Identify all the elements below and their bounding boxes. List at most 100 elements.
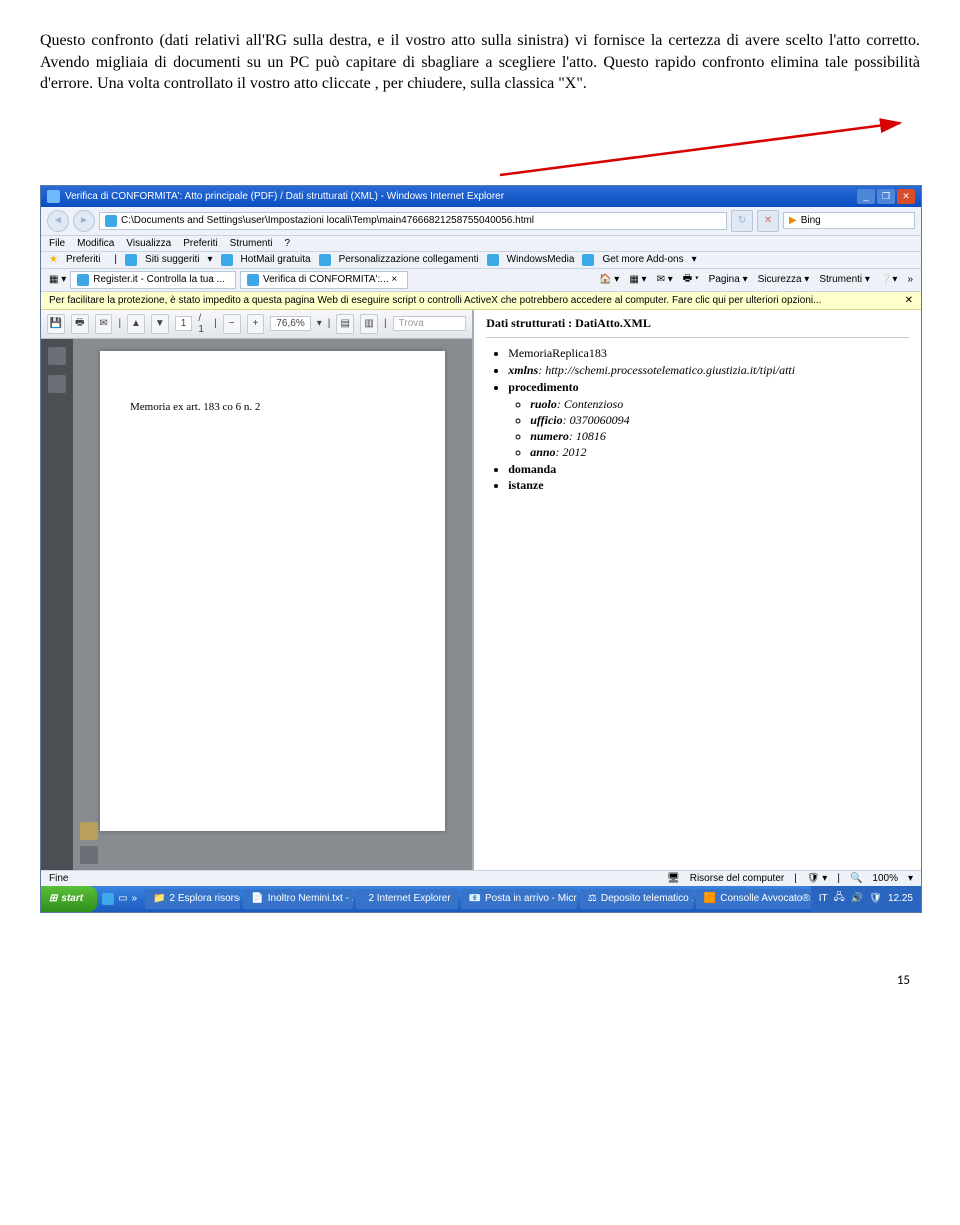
pdf-page-up-icon[interactable]: ▲ xyxy=(127,314,145,334)
maximize-button[interactable]: ❐ xyxy=(877,189,895,204)
pdf-page-total: / 1 xyxy=(198,313,208,335)
system-tray: IT 🖧 🔊 🛡 12.25 xyxy=(811,886,921,912)
task-outlook[interactable]: 📧Posta in arrivo - Micr... xyxy=(461,889,577,909)
menu-help[interactable]: ? xyxy=(284,238,290,249)
tray-clock[interactable]: 12.25 xyxy=(888,893,913,904)
pdf-mail-icon[interactable]: ✉ xyxy=(95,314,113,334)
pdf-page-down-icon[interactable]: ▼ xyxy=(151,314,169,334)
favlink-windowsmedia[interactable]: WindowsMedia xyxy=(507,254,575,265)
tab-register[interactable]: Register.it - Controlla la tua ... xyxy=(70,271,236,289)
task-notepad[interactable]: 📄Inoltro Nemini.txt - ... xyxy=(243,889,353,909)
pointer-arrow xyxy=(40,115,920,185)
address-field[interactable]: C:\Documents and Settings\user\Impostazi… xyxy=(99,212,727,230)
taskbar: ⊞ start ▭ » 📁2 Esplora risorse 📄Inoltro … xyxy=(41,886,921,912)
refresh-button[interactable]: ↻ xyxy=(731,210,753,232)
status-zone: Risorse del computer xyxy=(690,873,784,884)
favlink-icon xyxy=(125,254,137,266)
menu-tools[interactable]: Strumenti xyxy=(230,238,273,249)
pdf-save-icon[interactable]: 💾 xyxy=(47,314,65,334)
task-explorer[interactable]: 📁2 Esplora risorse xyxy=(145,889,240,909)
pdf-zoom-field[interactable]: 76,6% xyxy=(270,316,310,331)
start-button[interactable]: ⊞ start xyxy=(41,886,97,912)
menu-edit[interactable]: Modifica xyxy=(77,238,114,249)
page-number: 15 xyxy=(40,973,920,988)
pdf-tool2-icon[interactable]: ▥ xyxy=(360,314,378,334)
cmd-page[interactable]: Pagina ▾ xyxy=(709,274,748,285)
forward-button[interactable]: ► xyxy=(73,210,95,232)
ql-ie-icon[interactable] xyxy=(102,893,114,905)
stop-button[interactable]: ✕ xyxy=(757,210,779,232)
protected-mode-icon: 🛡 ▾ xyxy=(807,873,828,884)
intro-paragraph: Questo confronto (dati relativi all'RG s… xyxy=(40,30,920,95)
ie-app-icon xyxy=(47,190,60,203)
minimize-button[interactable]: _ xyxy=(857,189,875,204)
infobar-text: Per facilitare la protezione, è stato im… xyxy=(49,295,821,306)
activex-info-bar[interactable]: Per facilitare la protezione, è stato im… xyxy=(41,292,921,310)
task-consolle[interactable]: 🟧Consolle Avvocato®... xyxy=(696,889,811,909)
status-left: Fine xyxy=(49,873,68,884)
windows-logo-icon: ⊞ xyxy=(49,893,57,904)
favorites-star-icon[interactable]: ★ xyxy=(49,254,58,265)
favlink-addons[interactable]: Get more Add-ons xyxy=(602,254,683,265)
xml-header: Dati strutturati : DatiAtto.XML xyxy=(486,316,909,331)
menu-view[interactable]: Visualizza xyxy=(126,238,171,249)
infobar-close-icon[interactable]: ✕ xyxy=(905,295,913,306)
pdf-tool-icon[interactable]: ▤ xyxy=(336,314,354,334)
favlink-hotmail[interactable]: HotMail gratuita xyxy=(241,254,311,265)
ql-desktop-icon[interactable]: ▭ xyxy=(118,893,127,904)
address-text: C:\Documents and Settings\user\Impostazi… xyxy=(121,215,534,226)
tray-vol-icon[interactable]: 🔊 xyxy=(851,893,863,904)
tray-lang[interactable]: IT xyxy=(819,893,828,904)
favlink-suggested[interactable]: Siti suggeriti xyxy=(145,254,199,265)
cmd-more[interactable]: » xyxy=(907,274,913,285)
pdf-pane: 💾 🖶 ✉ | ▲ ▼ 1 / 1 | − + 76,6%▾ | ▤ ▥ | T… xyxy=(41,310,474,870)
mail-icon[interactable]: ✉ ▾ xyxy=(657,274,673,285)
close-button[interactable]: ✕ xyxy=(897,189,915,204)
pdf-document-text: Memoria ex art. 183 co 6 n. 2 xyxy=(130,401,415,413)
status-zoom[interactable]: 100% xyxy=(872,873,898,884)
print-icon[interactable]: 🖶 ▾ xyxy=(683,271,699,288)
tray-net-icon[interactable]: 🖧 xyxy=(834,890,845,907)
xml-istanze: istanze xyxy=(508,478,909,493)
xml-pane: Dati strutturati : DatiAtto.XML MemoriaR… xyxy=(474,310,921,870)
task-ie[interactable]: 2 Internet Explorer xyxy=(356,889,457,909)
pdf-page-current[interactable]: 1 xyxy=(175,316,193,331)
back-button[interactable]: ◄ xyxy=(47,210,69,232)
cmd-help-icon[interactable]: ❔▾ xyxy=(880,274,897,285)
cmd-tools[interactable]: Strumenti ▾ xyxy=(819,274,870,285)
zoom-icon[interactable]: 🔍 xyxy=(850,873,862,884)
xml-root: MemoriaReplica183 xyxy=(508,346,909,361)
home-icon[interactable]: 🏠 ▾ xyxy=(599,274,619,285)
favlink-icon xyxy=(221,254,233,266)
pdf-toolbar: 💾 🖶 ✉ | ▲ ▼ 1 / 1 | − + 76,6%▾ | ▤ ▥ | T… xyxy=(41,310,472,339)
menu-file[interactable]: File xyxy=(49,238,65,249)
pdf-page: Memoria ex art. 183 co 6 n. 2 xyxy=(100,351,445,831)
search-engine-label: Bing xyxy=(801,215,821,226)
pdf-bookmarks-icon[interactable] xyxy=(48,375,66,393)
pdf-print-icon[interactable]: 🖶 xyxy=(71,314,89,334)
tray-shield-icon[interactable]: 🛡 xyxy=(869,893,882,904)
favlink-personalize[interactable]: Personalizzazione collegamenti xyxy=(339,254,479,265)
xml-xmlns: xmlns: http://schemi.processotelematico.… xyxy=(508,363,909,378)
cmd-security[interactable]: Sicurezza ▾ xyxy=(758,274,810,285)
tab-verifica[interactable]: Verifica di CONFORMITA':... × xyxy=(240,271,408,289)
pdf-find-field[interactable]: Trova xyxy=(393,316,467,331)
pdf-thumbnails-icon[interactable] xyxy=(48,347,66,365)
status-bar: Fine 🖥 Risorse del computer | 🛡 ▾ | 🔍 10… xyxy=(41,870,921,886)
feeds-icon[interactable]: ▦ ▾ xyxy=(629,274,646,285)
pdf-page-area[interactable]: Memoria ex art. 183 co 6 n. 2 xyxy=(73,339,472,870)
favlink-icon xyxy=(319,254,331,266)
tab-command-row: ▦ ▾ Register.it - Controlla la tua ... V… xyxy=(41,269,921,292)
quick-tabs-icon[interactable]: ▦ ▾ xyxy=(49,274,66,285)
pdf-zoom-in-icon[interactable]: + xyxy=(247,314,265,334)
task-deposito[interactable]: ⚖Deposito telematico ... xyxy=(580,889,693,909)
address-bar-row: ◄ ► C:\Documents and Settings\user\Impos… xyxy=(41,207,921,236)
favorites-label[interactable]: Preferiti xyxy=(66,254,100,265)
menu-bar: File Modifica Visualizza Preferiti Strum… xyxy=(41,236,921,252)
favlink-icon xyxy=(487,254,499,266)
pdf-zoom-out-icon[interactable]: − xyxy=(223,314,241,334)
pdf-comment-icon[interactable] xyxy=(80,822,98,840)
search-field[interactable]: ▶ Bing xyxy=(783,212,915,229)
pdf-attach-icon[interactable] xyxy=(80,846,98,864)
menu-favorites[interactable]: Preferiti xyxy=(183,238,217,249)
